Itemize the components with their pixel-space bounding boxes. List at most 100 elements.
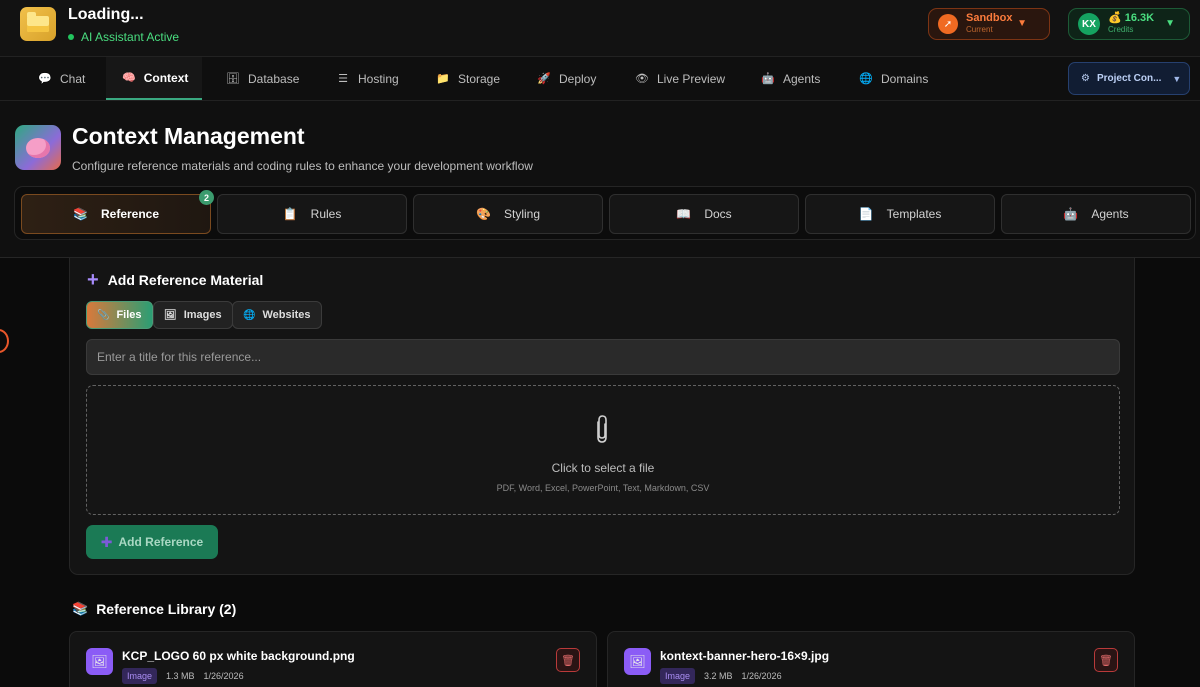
tab-context[interactable]: 🧠 Context	[106, 57, 202, 100]
environment-name: Sandbox	[966, 12, 1013, 24]
file-dropzone[interactable]: Click to select a file PDF, Word, Excel,…	[86, 385, 1120, 515]
images-type-button[interactable]: 🖼 Images	[153, 301, 233, 329]
subtab-styling[interactable]: 🎨 Styling	[413, 194, 603, 234]
subtab-docs-label: Docs	[704, 207, 732, 221]
websites-type-button[interactable]: 🌐 Websites	[232, 301, 322, 329]
eye-icon: 👁	[635, 73, 649, 85]
books-icon: 📚	[72, 207, 88, 221]
page-title: Context Management	[72, 123, 305, 149]
add-reference-card: + Add Reference Material 📎 Files 🖼 Image…	[69, 258, 1135, 575]
reference-meta: Image 1.3 MB 1/26/2026	[122, 668, 244, 684]
globe-icon: 🌐	[859, 73, 873, 85]
tab-context-label: Context	[143, 70, 189, 85]
file-date: 1/26/2026	[203, 671, 244, 681]
tab-hosting-label: Hosting	[358, 71, 399, 86]
plus-icon: +	[87, 269, 99, 291]
environment-selector[interactable]: ➚ Sandbox Current ▼	[928, 8, 1050, 40]
rocket-icon: 🚀	[537, 73, 551, 85]
context-header: Context Management Configure reference m…	[0, 101, 1200, 258]
subtab-reference[interactable]: 📚 Reference 2	[21, 190, 214, 234]
files-type-label: Files	[116, 309, 142, 321]
folder-icon	[20, 7, 56, 41]
tab-chat-label: Chat	[60, 71, 86, 86]
books-icon: 📚	[72, 601, 89, 616]
tab-domains[interactable]: 🌐 Domains	[843, 57, 944, 100]
files-type-button[interactable]: 📎 Files	[86, 301, 153, 329]
subtab-styling-label: Styling	[503, 207, 541, 221]
delete-button[interactable]: 🗑	[1094, 648, 1118, 672]
main-nav: 💬 Chat 🧠 Context 🗄 Database ☰ Hosting 📁 …	[0, 57, 1200, 101]
tab-storage[interactable]: 📁 Storage	[420, 57, 516, 100]
trash-icon: 🗑	[1099, 654, 1113, 667]
tab-agents-label: Agents	[783, 71, 821, 86]
clipboard-icon: 📋	[282, 207, 298, 221]
trash-icon: 🗑	[561, 654, 575, 667]
tab-hosting[interactable]: ☰ Hosting	[320, 57, 415, 100]
palette-icon: 🎨	[475, 207, 491, 221]
subtab-agents[interactable]: 🤖 Agents	[1001, 194, 1191, 234]
credits-amount-value: 16.3K	[1124, 12, 1155, 24]
subtab-agents-label: Agents	[1091, 207, 1129, 221]
top-bar: Loading... AI Assistant Active ➚ Sandbox…	[0, 0, 1200, 57]
database-icon: 🗄	[226, 73, 240, 85]
floating-action-button[interactable]	[0, 329, 9, 353]
count-badge: 2	[199, 190, 214, 205]
tab-database[interactable]: 🗄 Database	[210, 57, 315, 100]
robot-icon: 🤖	[761, 73, 775, 85]
tab-database-label: Database	[248, 71, 300, 86]
subtab-templates-label: Templates	[886, 207, 942, 221]
folder-icon: 📁	[436, 73, 450, 85]
assistant-status-label: AI Assistant Active	[81, 30, 180, 44]
avatar: KX	[1078, 13, 1100, 35]
tab-chat[interactable]: 💬 Chat	[22, 57, 101, 100]
paperclip-icon: 📎	[97, 309, 110, 321]
environment-sub: Current	[966, 25, 993, 34]
app-title: Loading...	[68, 6, 144, 23]
type-tag: Image	[660, 668, 696, 684]
chevron-down-icon: ▼	[1017, 18, 1027, 29]
chat-bubble-icon: 💬	[38, 73, 52, 85]
dropzone-formats: PDF, Word, Excel, PowerPoint, Text, Mark…	[496, 483, 710, 493]
images-type-label: Images	[183, 309, 222, 321]
reference-library-heading: 📚 Reference Library (2)	[72, 601, 236, 617]
subtab-templates[interactable]: 📄 Templates	[805, 194, 995, 234]
subtab-docs[interactable]: 📖 Docs	[609, 194, 799, 234]
assistant-status: AI Assistant Active	[68, 30, 179, 44]
credits-amount: 💰 16.3K	[1108, 12, 1155, 24]
add-reference-button-label: Add Reference	[118, 535, 204, 549]
reference-meta: Image 3.2 MB 1/26/2026	[660, 668, 782, 684]
page-icon: 📄	[858, 207, 874, 221]
rocket-icon: ➚	[938, 14, 958, 34]
reference-library-title: Reference Library (2)	[96, 601, 237, 617]
reference-title-input[interactable]	[86, 339, 1120, 375]
reference-item[interactable]: 🖼 kontext-banner-hero-16×9.jpg Image 3.2…	[607, 631, 1135, 687]
file-date: 1/26/2026	[741, 671, 782, 681]
tab-agents[interactable]: 🤖 Agents	[745, 57, 836, 100]
credits-menu[interactable]: KX 💰 16.3K Credits ▼	[1068, 8, 1190, 40]
reference-item[interactable]: 🖼 KCP_LOGO 60 px white background.png Im…	[69, 631, 597, 687]
open-book-icon: 📖	[676, 207, 692, 221]
tab-storage-label: Storage	[458, 71, 501, 86]
delete-button[interactable]: 🗑	[556, 648, 580, 672]
plus-icon: ✚	[100, 533, 113, 550]
server-icon: ☰	[338, 73, 348, 85]
gear-icon: ⚙	[1081, 73, 1090, 84]
paperclip-icon	[597, 415, 607, 443]
reference-name: KCP_LOGO 60 px white background.png	[122, 649, 355, 663]
add-reference-title: Add Reference Material	[107, 272, 264, 288]
tab-live-preview[interactable]: 👁 Live Preview	[619, 57, 741, 100]
add-reference-button[interactable]: ✚ Add Reference	[86, 525, 218, 559]
chevron-down-icon: ▼	[1165, 18, 1175, 29]
tab-deploy[interactable]: 🚀 Deploy	[521, 57, 612, 100]
websites-type-label: Websites	[262, 309, 311, 321]
subtab-rules[interactable]: 📋 Rules	[217, 194, 407, 234]
image-file-icon: 🖼	[624, 648, 651, 675]
project-config-button[interactable]: ⚙ Project Con... ▼	[1068, 62, 1190, 95]
context-subtabs: 📚 Reference 2 📋 Rules 🎨 Styling 📖 Docs 📄…	[14, 186, 1196, 240]
status-dot-icon	[68, 34, 74, 40]
brain-icon: 🧠	[122, 72, 136, 84]
project-config-label: Project Con...	[1096, 73, 1162, 84]
add-reference-heading: + Add Reference Material	[87, 269, 264, 291]
chevron-down-icon: ▼	[1172, 73, 1182, 84]
subtab-reference-label: Reference	[100, 207, 160, 221]
